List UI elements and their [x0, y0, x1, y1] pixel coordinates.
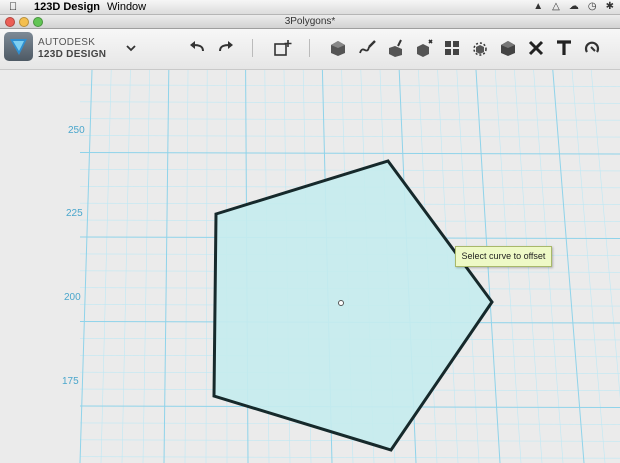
notification-icon[interactable]: ▲ [533, 0, 543, 14]
construct-icon[interactable] [386, 38, 406, 58]
window-title: 3Polygons* [284, 16, 336, 27]
status-tray: ▲ △ ☁ ◷ ✱ [533, 0, 614, 14]
cloud-icon[interactable]: ☁ [569, 0, 579, 14]
add-object-icon[interactable] [272, 38, 292, 58]
autodesk-logo-icon [10, 39, 27, 55]
toolbar-divider [252, 39, 253, 57]
bluetooth-icon[interactable]: ✱ [606, 0, 614, 14]
axis-label-250: 250 [68, 125, 85, 136]
modify-icon[interactable] [414, 38, 434, 58]
brand-product: 123D DESIGN [38, 49, 107, 60]
axis-label-200: 200 [64, 292, 81, 303]
sketch-icon[interactable] [357, 38, 377, 58]
window-titlebar: 3Polygons* [0, 15, 620, 29]
snap-icon[interactable] [582, 38, 602, 58]
undo-icon[interactable] [188, 38, 208, 58]
menu-window[interactable]: Window [107, 0, 146, 14]
menu-app-name[interactable]: 123D Design [34, 0, 100, 14]
window-controls [5, 17, 43, 27]
close-window-button[interactable] [5, 17, 15, 27]
primitives-icon[interactable] [328, 38, 348, 58]
axis-label-175: 175 [62, 376, 79, 387]
combine-icon[interactable] [498, 38, 518, 58]
axis-label-225: 225 [66, 208, 83, 219]
main-menu-chevron-down-icon[interactable] [124, 41, 138, 55]
main-toolbar: AUTODESK 123D DESIGN [0, 29, 620, 70]
apple-menu-icon[interactable]:  [9, 0, 17, 14]
menu-bar:  123D Design Window ▲ △ ☁ ◷ ✱ [0, 0, 620, 15]
text-icon[interactable] [554, 38, 574, 58]
minimize-window-button[interactable] [19, 17, 29, 27]
toolbar-divider [309, 39, 310, 57]
zoom-window-button[interactable] [33, 17, 43, 27]
sync-icon[interactable]: △ [552, 0, 560, 14]
center-point[interactable] [338, 300, 344, 306]
brand-name: AUTODESK [38, 37, 96, 48]
grouping-icon[interactable] [470, 38, 490, 58]
clock-icon[interactable]: ◷ [588, 0, 597, 14]
delete-icon[interactable] [526, 38, 546, 58]
app-logo[interactable] [4, 32, 33, 61]
pattern-icon[interactable] [442, 38, 462, 58]
offset-tooltip: Select curve to offset [455, 246, 552, 267]
redo-icon[interactable] [215, 38, 235, 58]
